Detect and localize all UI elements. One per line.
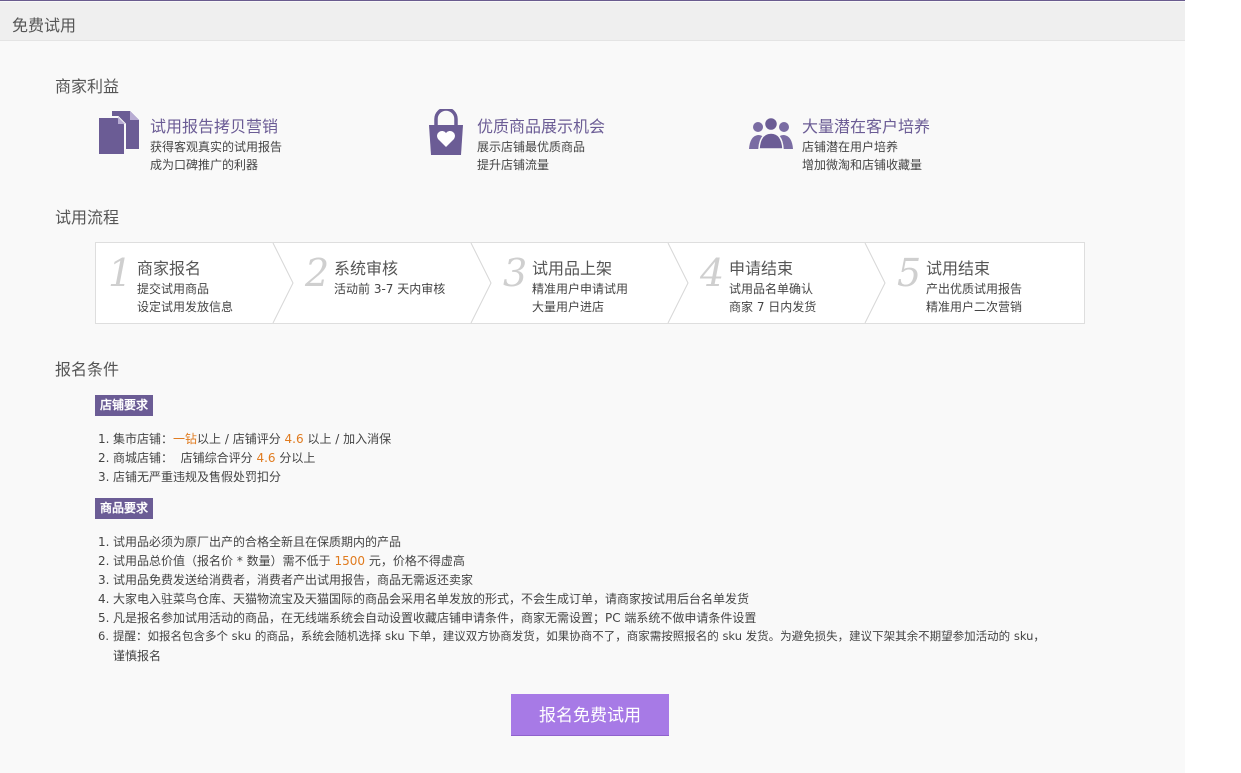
step-line: 精准用户二次营销 [926, 300, 1023, 314]
req-text: 以上 / 店铺评分 [197, 432, 285, 446]
page-title: 免费试用 [12, 16, 77, 35]
item-number: 1. [98, 432, 110, 446]
shop-requirement-item: 3. 店铺无严重违规及售假处罚扣分 [98, 468, 281, 485]
benefit-line: 提升店铺流量 [477, 158, 550, 172]
shopping-bag-heart-icon [429, 109, 463, 155]
product-requirement-item: 2. 试用品总价值（报名价 * 数量）需不低于 1500 元，价格不得虚高 [98, 552, 465, 569]
step-4: 4 申请结束 试用品名单确认 商家 7 日内发货 [688, 243, 868, 323]
item-number: 3. [98, 573, 110, 587]
item-number: 1. [98, 535, 110, 549]
step-title: 商家报名 [137, 259, 202, 278]
benefit-title: 优质商品展示机会 [477, 117, 606, 136]
step-3: 3 试用品上架 精准用户申请试用 大量用户进店 [491, 243, 671, 323]
req-highlight: 一钻 [173, 432, 198, 446]
step-2: 2 系统审核 活动前 3-7 天内审核 [293, 243, 473, 323]
benefit-showcase: 优质商品展示机会 展示店铺最优质商品 提升店铺流量 [424, 109, 724, 173]
step-1: 1 商家报名 提交试用商品 设定试用发放信息 [96, 243, 276, 323]
documents-icon [97, 111, 139, 156]
req-text: 试用品总价值（报名价 * 数量）需不低于 [113, 554, 335, 568]
step-title: 申请结束 [729, 259, 794, 278]
title-bar: 免费试用 [0, 2, 1185, 41]
product-requirement-item: 6. 提醒：如报名包含多个 sku 的商品，系统会随机选择 sku 下单，建议双方… [98, 628, 1045, 644]
page-panel: 免费试用 商家利益 试用报告拷贝营销 获得客观真实的试用报告 成为口碑推广的利器… [0, 0, 1185, 773]
step-line: 精准用户申请试用 [532, 282, 629, 296]
item-number: 3. [98, 470, 110, 484]
step-number: 2 [305, 251, 330, 295]
shop-requirement-item: 2. 商城店铺： 店铺综合评分 4.6 分以上 [98, 449, 315, 466]
req-text: 提醒：如报名包含多个 sku 的商品，系统会随机选择 sku 下单，建议双方协商… [113, 629, 1045, 643]
step-title: 试用品上架 [532, 259, 613, 278]
req-text: 以上 / 加入消保 [303, 432, 392, 446]
req-text: 元，价格不得虚高 [365, 554, 465, 568]
item-number: 4. [98, 592, 110, 606]
benefit-line: 获得客观真实的试用报告 [150, 140, 283, 154]
req-highlight: 4.6 [256, 451, 276, 465]
benefit-title: 大量潜在客户培养 [802, 117, 931, 136]
benefit-line: 增加微淘和店铺收藏量 [802, 158, 923, 172]
product-requirement-item: 4. 大家电入驻菜鸟仓库、天猫物流宝及天猫国际的商品会采用名单发放的形式，不会生成… [98, 590, 749, 607]
item-number: 2. [98, 554, 110, 568]
step-number: 5 [897, 251, 922, 295]
req-text: 大家电入驻菜鸟仓库、天猫物流宝及天猫国际的商品会采用名单发放的形式，不会生成订单… [113, 592, 750, 606]
step-title: 试用结束 [926, 259, 991, 278]
req-highlight: 4.6 [284, 432, 304, 446]
step-number: 3 [503, 251, 528, 295]
req-text: 商城店铺： 店铺综合评分 [113, 451, 257, 465]
benefit-customer-growth: 大量潜在客户培养 店铺潜在用户培养 增加微淘和店铺收藏量 [749, 109, 1069, 173]
step-title: 系统审核 [334, 259, 399, 278]
conditions-heading: 报名条件 [55, 360, 120, 379]
step-line: 提交试用商品 [137, 282, 210, 296]
benefit-title: 试用报告拷贝营销 [150, 117, 279, 136]
item-number: 2. [98, 451, 110, 465]
benefits-heading: 商家利益 [55, 77, 120, 96]
product-requirement-item: 1. 试用品必须为原厂出产的合格全新且在保质期内的产品 [98, 533, 401, 550]
step-line: 活动前 3-7 天内审核 [334, 282, 446, 296]
product-requirement-item: 5. 凡是报名参加试用活动的商品，在无线端系统会自动设置收藏店铺申请条件，商家无需… [98, 609, 756, 626]
step-number: 4 [700, 251, 725, 295]
req-text: 店铺无严重违规及售假处罚扣分 [113, 470, 282, 484]
item-number: 5. [98, 611, 110, 625]
req-text: 试用品免费发送给消费者，消费者产出试用报告，商品无需返还卖家 [113, 573, 474, 587]
step-5: 5 试用结束 产出优质试用报告 精准用户二次营销 [885, 243, 1075, 323]
req-highlight: 1500 [334, 554, 365, 568]
process-steps: 1 商家报名 提交试用商品 设定试用发放信息 2 系统审核 活动前 3-7 天内… [95, 242, 1085, 324]
benefit-report-marketing: 试用报告拷贝营销 获得客观真实的试用报告 成为口碑推广的利器 [97, 109, 397, 173]
shop-requirements-tag: 店铺要求 [95, 395, 154, 416]
process-heading: 试用流程 [55, 208, 120, 227]
step-number: 1 [108, 251, 133, 295]
step-line: 商家 7 日内发货 [729, 300, 817, 314]
users-icon [749, 116, 793, 150]
req-text: 分以上 [275, 451, 316, 465]
req-text: 凡是报名参加试用活动的商品，在无线端系统会自动设置收藏店铺申请条件，商家无需设置… [113, 611, 757, 625]
step-line: 试用品名单确认 [729, 282, 814, 296]
req-text: 集市店铺： [113, 432, 174, 446]
product-requirement-continuation: 谨慎报名 [113, 649, 162, 663]
benefit-line: 成为口碑推广的利器 [150, 158, 259, 172]
step-line: 产出优质试用报告 [926, 282, 1023, 296]
item-number: 6. [98, 629, 109, 643]
apply-free-trial-button[interactable]: 报名免费试用 [511, 694, 669, 736]
product-requirements-tag: 商品要求 [95, 498, 154, 519]
benefit-line: 店铺潜在用户培养 [802, 140, 899, 154]
benefit-line: 展示店铺最优质商品 [477, 140, 586, 154]
step-line: 大量用户进店 [532, 300, 605, 314]
req-text: 试用品必须为原厂出产的合格全新且在保质期内的产品 [113, 535, 402, 549]
shop-requirement-item: 1. 集市店铺：一钻以上 / 店铺评分 4.6 以上 / 加入消保 [98, 430, 391, 447]
step-line: 设定试用发放信息 [137, 300, 234, 314]
product-requirement-item: 3. 试用品免费发送给消费者，消费者产出试用报告，商品无需返还卖家 [98, 571, 473, 588]
